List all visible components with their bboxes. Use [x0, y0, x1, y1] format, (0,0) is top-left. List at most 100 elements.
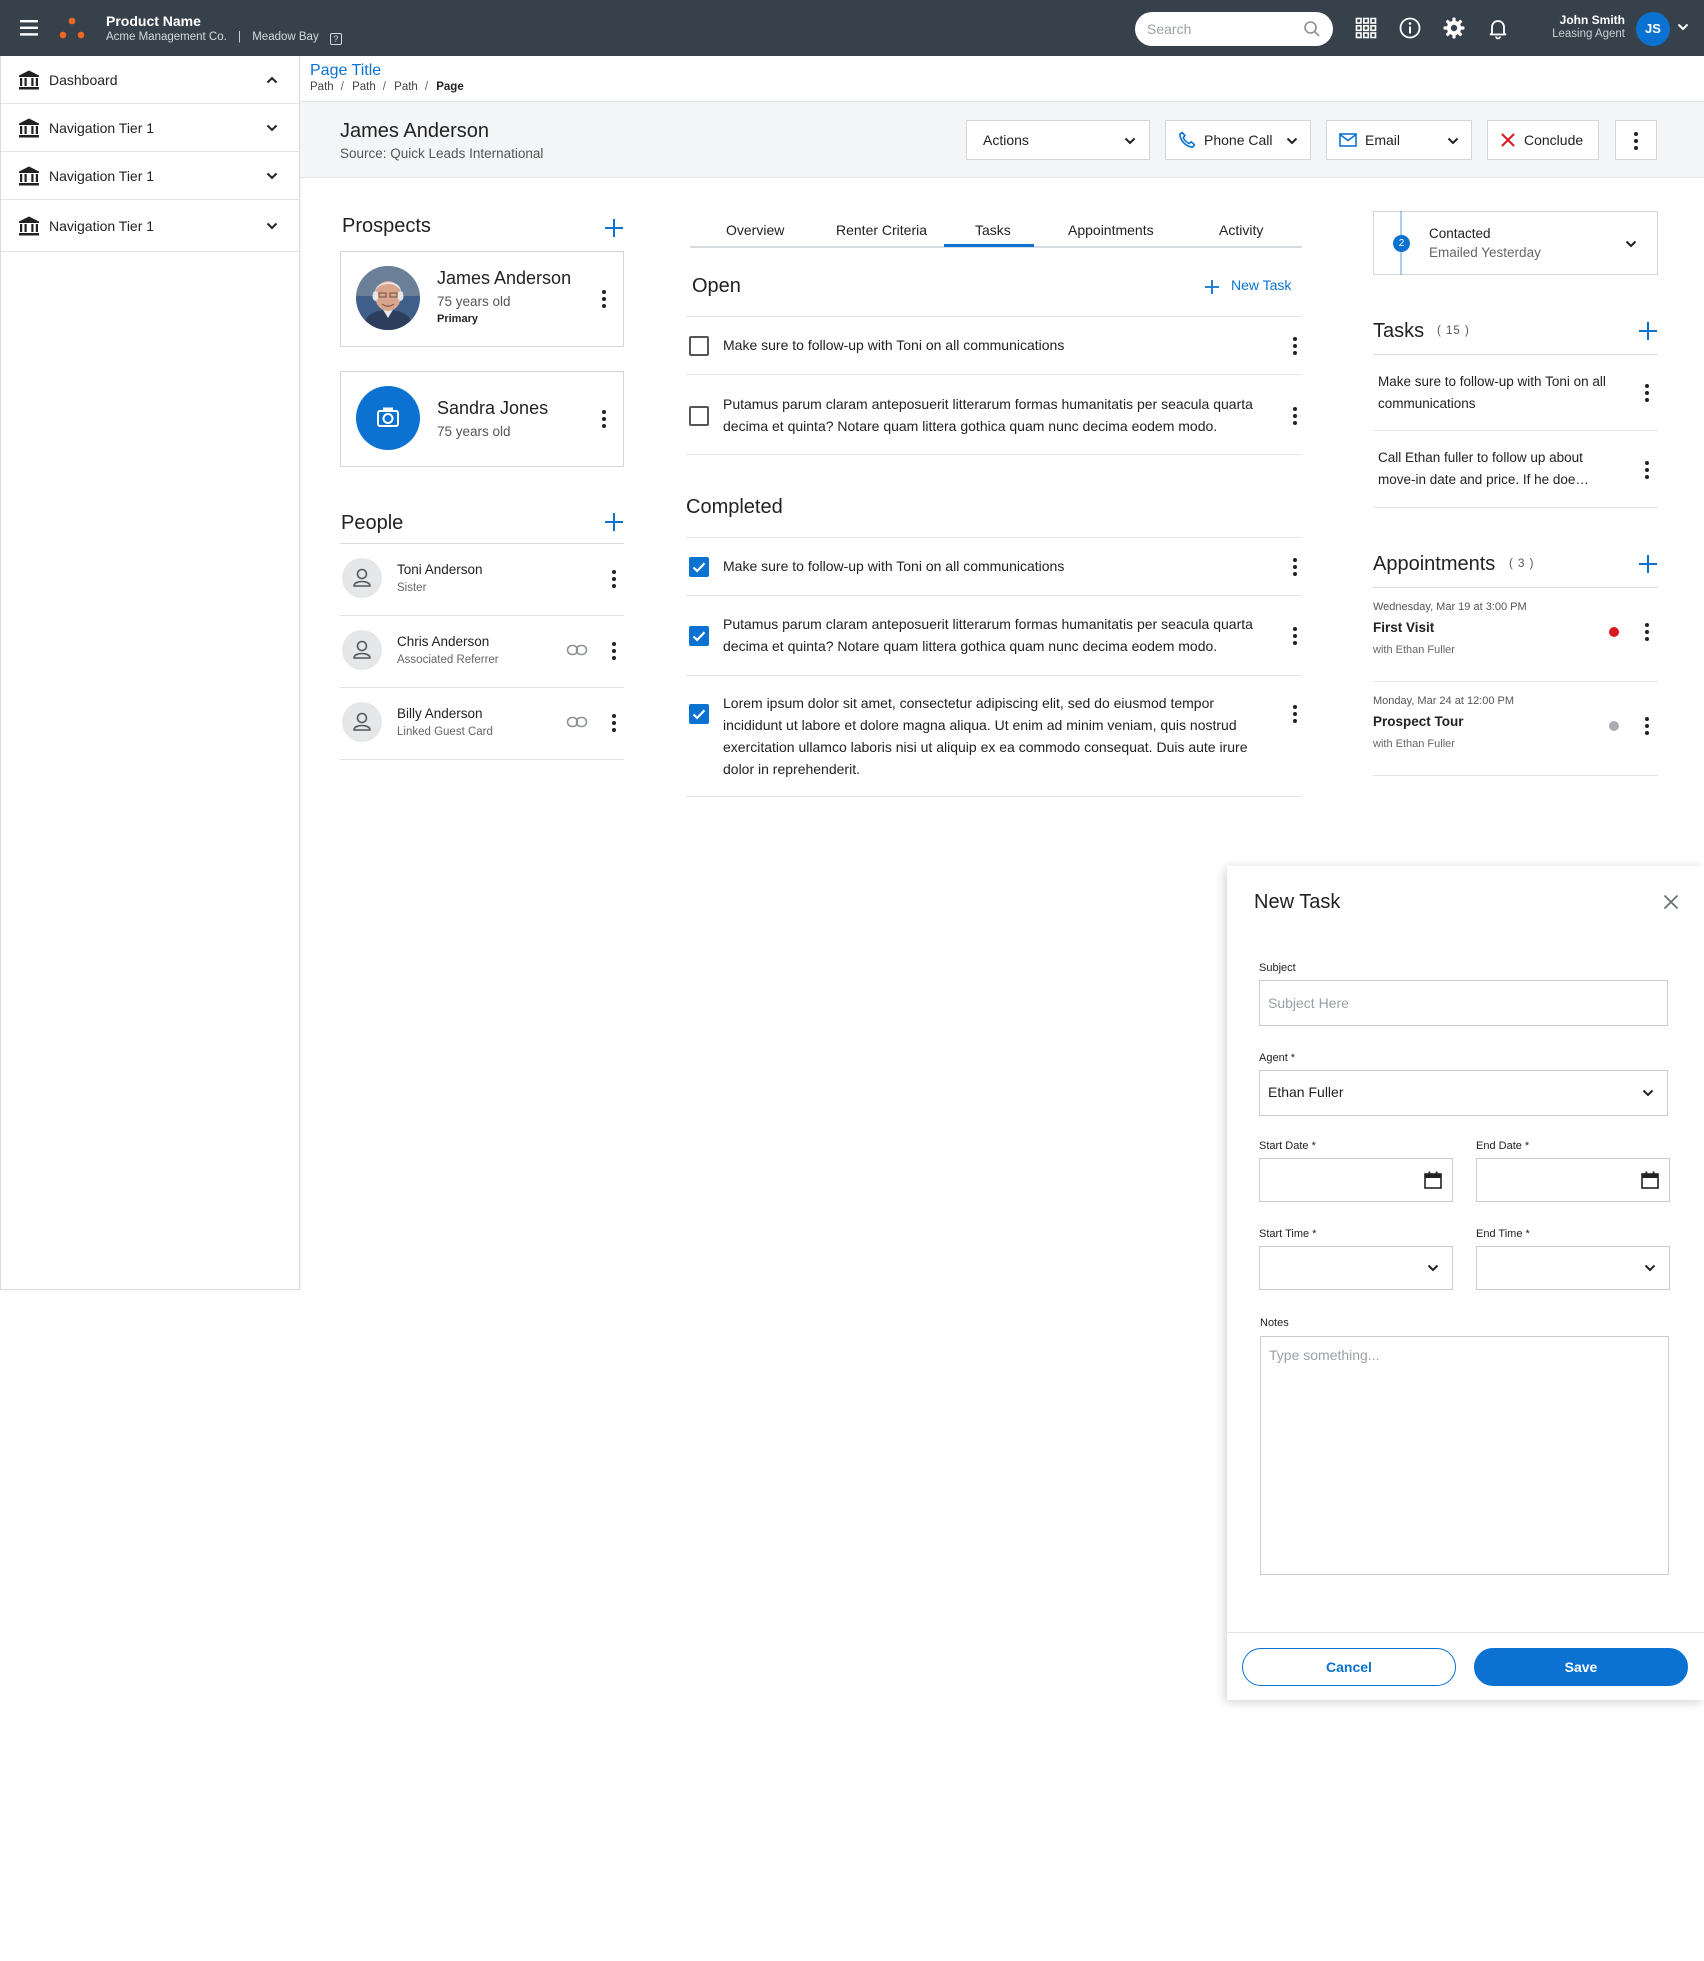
property-help-icon[interactable]: ?	[329, 33, 342, 45]
email-button[interactable]: Email	[1326, 120, 1472, 160]
breadcrumb-item[interactable]: Path	[352, 81, 376, 93]
property-name[interactable]: Meadow Bay	[252, 31, 318, 43]
tab-activity[interactable]: Activity	[1219, 222, 1263, 238]
subject-input[interactable]	[1268, 994, 1658, 1012]
chevron-down-icon[interactable]	[265, 219, 279, 233]
calendar-icon[interactable]	[1423, 1170, 1443, 1190]
kebab-icon[interactable]	[1644, 622, 1650, 642]
gear-icon[interactable]	[1442, 16, 1466, 40]
add-person-icon[interactable]	[604, 512, 624, 532]
lead-status-dropdown[interactable]: 2 Contacted Emailed Yesterday	[1373, 211, 1658, 275]
actions-dropdown[interactable]: Actions	[966, 120, 1150, 160]
kebab-icon[interactable]	[611, 641, 617, 661]
link-icon[interactable]	[566, 643, 588, 657]
sidebar-item-label: Navigation Tier 1	[49, 168, 155, 184]
chevron-down-icon[interactable]	[1285, 134, 1299, 148]
phone-call-button[interactable]: Phone Call	[1165, 120, 1311, 160]
appointment-item[interactable]: Monday, Mar 24 at 12:00 PM Prospect Tour…	[1373, 682, 1658, 776]
end-date-field[interactable]	[1476, 1158, 1670, 1202]
chevron-down-icon[interactable]	[265, 121, 279, 135]
kebab-icon[interactable]	[1644, 460, 1650, 480]
kebab-icon[interactable]	[1292, 406, 1298, 426]
user-avatar[interactable]: JS	[1636, 12, 1670, 46]
add-appointment-icon[interactable]	[1638, 554, 1658, 574]
agent-select[interactable]: Ethan Fuller	[1259, 1070, 1668, 1116]
person-row[interactable]: Billy Anderson Linked Guest Card	[340, 688, 624, 760]
breadcrumb-item[interactable]: Path	[394, 81, 418, 93]
person-row[interactable]: Toni Anderson Sister	[340, 544, 624, 616]
task-row[interactable]: Lorem ipsum dolor sit amet, consectetur …	[686, 675, 1302, 797]
notes-textarea[interactable]	[1269, 1347, 1659, 1565]
kebab-icon[interactable]	[601, 409, 607, 429]
close-icon[interactable]	[1663, 894, 1679, 910]
person-row[interactable]: Chris Anderson Associated Referrer	[340, 616, 624, 688]
tab-renter-criteria[interactable]: Renter Criteria	[836, 222, 927, 238]
status-subtitle: Emailed Yesterday	[1429, 245, 1541, 260]
chevron-up-icon[interactable]	[265, 73, 279, 87]
new-task-link[interactable]: New Task	[1231, 277, 1291, 293]
appointment-item[interactable]: Wednesday, Mar 19 at 3:00 PM First Visit…	[1373, 588, 1658, 682]
task-row[interactable]: Make sure to follow-up with Toni on all …	[686, 316, 1302, 374]
kebab-icon[interactable]	[1292, 704, 1298, 724]
chevron-down-icon[interactable]	[1446, 134, 1460, 148]
sidebar-item-navigation-tier-1[interactable]: Navigation Tier 1	[1, 104, 299, 152]
task-checkbox[interactable]	[689, 406, 709, 426]
start-time-select[interactable]	[1259, 1246, 1453, 1290]
add-task-icon[interactable]	[1638, 321, 1658, 341]
search-input[interactable]	[1147, 20, 1297, 38]
plus-icon[interactable]	[1204, 279, 1220, 295]
sidebar-item-navigation-tier-1[interactable]: Navigation Tier 1	[1, 152, 299, 200]
kebab-icon[interactable]	[601, 289, 607, 309]
chevron-down-icon	[1641, 1086, 1655, 1100]
start-date-field[interactable]	[1259, 1158, 1453, 1202]
actions-label: Actions	[983, 132, 1029, 148]
save-button[interactable]: Save	[1474, 1648, 1688, 1686]
end-time-select[interactable]	[1476, 1246, 1670, 1290]
kebab-icon[interactable]	[1292, 557, 1298, 577]
task-checkbox-checked[interactable]	[689, 557, 709, 577]
link-icon[interactable]	[566, 715, 588, 729]
task-checkbox-checked[interactable]	[689, 626, 709, 646]
user-role: Leasing Agent	[1552, 28, 1625, 40]
search-icon[interactable]	[1303, 20, 1321, 38]
task-text: Lorem ipsum dolor sit amet, consectetur …	[723, 695, 1248, 777]
apps-grid-icon[interactable]	[1354, 16, 1378, 40]
prospect-card[interactable]: Sandra Jones 75 years old	[340, 371, 624, 467]
task-checkbox[interactable]	[689, 336, 709, 356]
info-icon[interactable]	[1398, 16, 1422, 40]
task-row[interactable]: Putamus parum claram anteposuerit litter…	[686, 595, 1302, 675]
logo-icon[interactable]	[58, 16, 86, 42]
add-prospect-icon[interactable]	[604, 218, 624, 238]
calendar-icon[interactable]	[1640, 1170, 1660, 1190]
menu-icon[interactable]	[18, 17, 42, 39]
kebab-icon[interactable]	[1292, 626, 1298, 646]
side-task-item[interactable]: Call Ethan fuller to follow up about mov…	[1373, 431, 1658, 508]
end-time-label: End Time *	[1476, 1228, 1530, 1240]
kebab-icon[interactable]	[611, 569, 617, 589]
breadcrumb-item[interactable]: Path	[310, 81, 334, 93]
prospect-card[interactable]: James Anderson 75 years old Primary	[340, 251, 624, 347]
camera-icon[interactable]	[356, 386, 420, 450]
task-row[interactable]: Putamus parum claram anteposuerit litter…	[686, 374, 1302, 455]
tab-overview[interactable]: Overview	[726, 222, 784, 238]
more-actions-button[interactable]	[1615, 120, 1657, 160]
kebab-icon[interactable]	[611, 713, 617, 733]
tab-tasks[interactable]: Tasks	[975, 222, 1011, 238]
task-checkbox-checked[interactable]	[689, 704, 709, 724]
sidebar-item-dashboard[interactable]: Dashboard	[1, 56, 299, 104]
kebab-icon[interactable]	[1644, 383, 1650, 403]
kebab-icon[interactable]	[1644, 716, 1650, 736]
bell-icon[interactable]	[1486, 16, 1510, 40]
cancel-button[interactable]: Cancel	[1242, 1648, 1456, 1686]
task-row[interactable]: Make sure to follow-up with Toni on all …	[686, 537, 1302, 595]
page-title: Page Title	[310, 62, 382, 79]
side-task-item[interactable]: Make sure to follow-up with Toni on all …	[1373, 355, 1658, 431]
bank-icon	[18, 69, 40, 91]
kebab-icon[interactable]	[1292, 336, 1298, 356]
conclude-button[interactable]: Conclude	[1487, 120, 1599, 160]
lead-source: Source: Quick Leads International	[340, 146, 544, 161]
sidebar-item-navigation-tier-1[interactable]: Navigation Tier 1	[1, 200, 299, 252]
chevron-down-icon[interactable]	[265, 169, 279, 183]
tab-appointments[interactable]: Appointments	[1068, 222, 1154, 238]
chevron-down-icon[interactable]	[1676, 20, 1690, 34]
